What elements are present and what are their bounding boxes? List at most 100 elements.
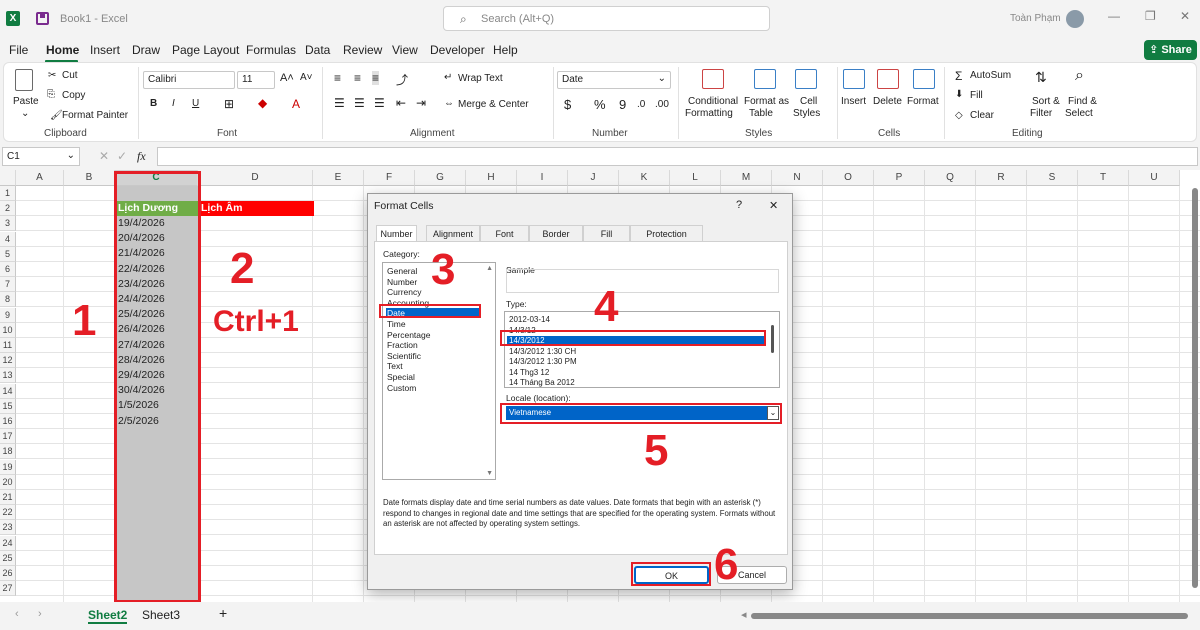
conditional-formatting-icon[interactable] [702,69,724,89]
vertical-scrollbar[interactable] [1192,188,1198,588]
type-list[interactable]: 2012-03-14 14/3/12 14/3/2012 14/3/2012 1:30… [504,311,780,388]
column-header-i[interactable]: I [517,170,568,186]
row-header-16[interactable]: 16 [0,414,16,429]
conditional-formatting-button[interactable]: Conditional [688,96,738,107]
row-header-24[interactable]: 24 [0,535,16,551]
tab-border[interactable]: Border [529,225,583,242]
column-header-e[interactable]: E [313,170,364,186]
merge-center-button[interactable]: Merge & Center [458,99,529,110]
tab-view[interactable]: View [392,43,418,57]
column-header-b[interactable]: B [64,170,115,186]
decrease-font-icon[interactable]: A˅ [300,72,313,83]
name-box[interactable]: C1 ⌄ [2,147,80,166]
tab-alignment[interactable]: Alignment [426,225,480,242]
column-header-o[interactable]: O [823,170,874,186]
row-header-10[interactable]: 10 [0,322,16,338]
save-icon[interactable] [36,12,49,25]
sheet-tab-sheet2[interactable]: Sheet2 [88,608,128,624]
type-item[interactable]: 14 Tháng Ba 2012 [507,378,765,387]
category-item-text[interactable]: Text [386,361,481,371]
enter-entry-icon[interactable]: ✓ [117,149,127,163]
find-select-button-line2[interactable]: Select [1065,108,1093,119]
find-select-icon[interactable]: ⌕ [1075,67,1084,85]
bold-button[interactable]: B [150,98,157,109]
format-as-table-button[interactable]: Format as [744,96,789,107]
share-button[interactable]: ⇪ Share [1144,40,1197,60]
row-header-14[interactable]: 14 [0,383,16,399]
column-header-u[interactable]: U [1129,170,1180,186]
font-name-select[interactable]: Calibri [143,71,235,89]
scroll-left-icon[interactable]: ◂ [741,608,747,621]
decrease-indent-icon[interactable]: ⇤ [396,96,406,110]
tab-file[interactable]: File [9,43,28,57]
align-middle-icon[interactable]: ≡ [354,71,361,85]
format-as-table-icon[interactable] [754,69,776,89]
category-item-time[interactable]: Time [386,319,481,329]
sort-filter-button-line2[interactable]: Filter [1030,108,1052,119]
restore-button[interactable]: ❐ [1145,9,1156,23]
select-all-corner[interactable] [0,170,16,186]
column-header-d[interactable]: D [198,170,313,186]
column-header-s[interactable]: S [1027,170,1078,186]
row-header-23[interactable]: 23 [0,520,16,536]
tab-help[interactable]: Help [493,43,518,57]
user-name[interactable]: Toàn Phạm [1010,13,1061,24]
minimize-button[interactable]: — [1108,9,1120,23]
close-icon[interactable]: ✕ [769,199,778,212]
increase-decimal-icon[interactable]: .0 [637,99,645,110]
orientation-icon[interactable]: ⤴ [396,71,408,88]
italic-button[interactable]: I [172,98,175,109]
column-header-g[interactable]: G [415,170,466,186]
avatar[interactable] [1066,10,1084,28]
row-header-2[interactable]: 2 [0,201,16,217]
insert-cells-icon[interactable] [843,69,865,89]
column-header-f[interactable]: F [364,170,415,186]
column-header-p[interactable]: P [874,170,925,186]
row-header-1[interactable]: 1 [0,186,16,201]
autosum-button[interactable]: AutoSum [970,70,1011,81]
row-header-13[interactable]: 13 [0,368,16,384]
formula-input[interactable] [157,147,1198,166]
column-header-a[interactable]: A [16,170,64,186]
tab-draw[interactable]: Draw [132,43,160,57]
row-header-7[interactable]: 7 [0,277,16,293]
row-header-8[interactable]: 8 [0,292,16,308]
increase-font-icon[interactable]: A˄ [280,72,294,84]
tab-data[interactable]: Data [305,43,330,57]
delete-cells-button[interactable]: Delete [873,96,902,107]
type-item[interactable]: 14/3/2012 1:30 CH [507,347,765,357]
row-header-9[interactable]: 9 [0,307,16,323]
font-size-select[interactable]: 11 [237,71,275,89]
sort-filter-icon[interactable]: ⇅ [1035,69,1047,86]
type-item[interactable]: 14/3/2012 1:30 PM [507,357,765,367]
row-header-12[interactable]: 12 [0,353,16,369]
tab-developer[interactable]: Developer [430,43,485,57]
row-header-6[interactable]: 6 [0,262,16,277]
category-item-custom[interactable]: Custom [386,383,481,393]
column-header-q[interactable]: Q [925,170,976,186]
tab-page-layout[interactable]: Page Layout [172,43,239,57]
wrap-text-button[interactable]: Wrap Text [458,73,503,84]
delete-cells-icon[interactable] [877,69,899,89]
row-header-21[interactable]: 21 [0,490,16,505]
row-header-20[interactable]: 20 [0,474,16,490]
format-as-table-button-line2[interactable]: Table [749,108,773,119]
cell-styles-button-line2[interactable]: Styles [793,108,820,119]
currency-icon[interactable]: $ [564,97,571,112]
help-icon[interactable]: ? [736,199,742,211]
prev-sheet-icon[interactable]: ‹ [15,608,19,620]
cell-styles-icon[interactable] [795,69,817,89]
column-header-h[interactable]: H [466,170,517,186]
tab-formulas[interactable]: Formulas [246,43,296,57]
type-list-scrollbar[interactable] [771,325,774,353]
cell-styles-button[interactable]: Cell [800,96,817,107]
insert-cells-button[interactable]: Insert [841,96,866,107]
row-header-4[interactable]: 4 [0,231,16,247]
font-color-icon[interactable]: A [292,97,300,111]
category-item-scientific[interactable]: Scientific [386,351,481,361]
category-item-special[interactable]: Special [386,372,481,382]
align-top-icon[interactable]: ≡ [334,71,341,85]
type-item[interactable]: 2012-03-14 [507,315,765,325]
add-sheet-button[interactable]: + [219,605,227,621]
row-header-11[interactable]: 11 [0,338,16,353]
